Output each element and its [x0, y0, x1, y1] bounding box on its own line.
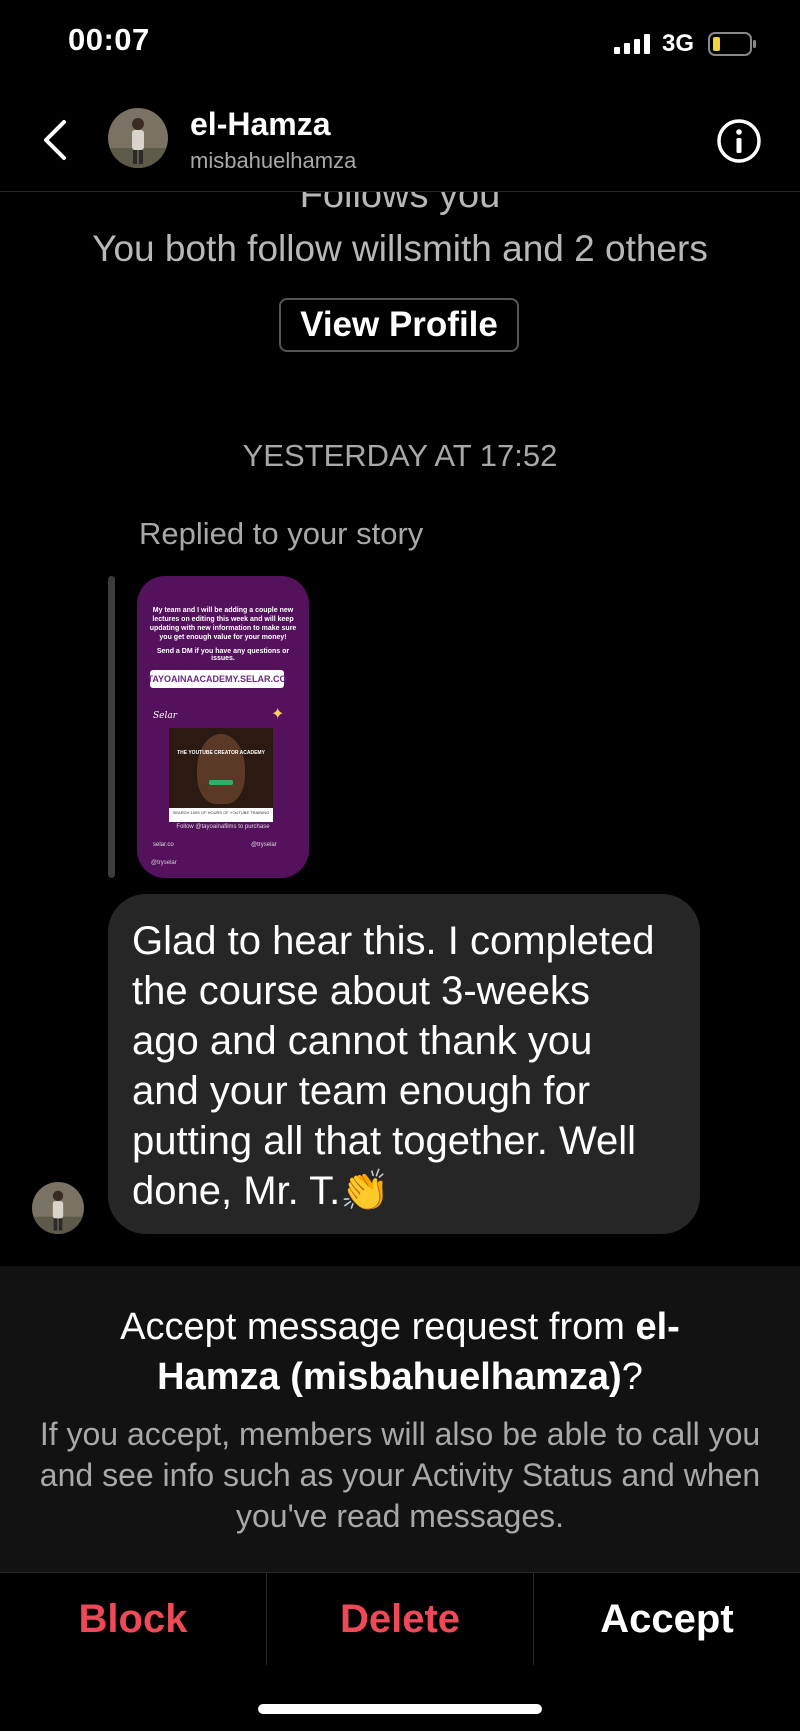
request-title-name-1: el-: [635, 1306, 680, 1348]
reply-context-label: Replied to your story: [139, 516, 424, 551]
follows-you-container: Follows you: [0, 192, 800, 224]
message-line: Glad to hear this. I completed: [132, 919, 655, 963]
story-link-sticker: TAYOAINAACADEMY.SELAR.CO: [148, 670, 287, 688]
message-line: putting all that together. Well: [132, 1119, 637, 1163]
message-timestamp: YESTERDAY AT 17:52: [242, 438, 558, 473]
message-line: the course about 3-weeks: [132, 969, 591, 1013]
info-button[interactable]: [716, 118, 762, 164]
story-handle-text: @tryselar: [251, 842, 277, 848]
story-brand-logo: Selar: [153, 711, 178, 721]
info-icon: [717, 119, 761, 163]
story-product-card: THE YOUTUBE CREATOR ACADEMY SEARCH 100S …: [169, 728, 273, 822]
network-label: 3G: [662, 30, 695, 57]
request-title-name-2: Hamza (misbahuelhamza): [157, 1356, 622, 1398]
message-line: done, Mr. T.👏: [132, 1169, 391, 1213]
story-top-text: My team and I will be adding a couple ne…: [149, 607, 297, 641]
contact-username[interactable]: misbahuelhamza: [190, 148, 356, 174]
request-title-prefix: Accept message request from: [120, 1306, 636, 1348]
view-profile-button[interactable]: View Profile: [279, 298, 519, 352]
status-time: 00:07: [68, 22, 150, 57]
accept-button[interactable]: Accept: [534, 1573, 800, 1665]
story-site-text: selar.co: [153, 842, 174, 848]
story-thumbnail[interactable]: My team and I will be adding a couple ne…: [137, 576, 309, 878]
story-handle-secondary: @tryselar: [151, 860, 177, 866]
back-chevron-icon: [44, 120, 66, 160]
back-button[interactable]: [30, 112, 80, 168]
follows-you-text: Follows you: [299, 192, 501, 216]
request-description: If you accept, members will also be able…: [39, 1416, 761, 1534]
message-line: ago and cannot thank you: [132, 1019, 593, 1063]
request-title-suffix: ?: [621, 1356, 643, 1398]
sender-avatar-image: [32, 1182, 84, 1234]
request-title: Accept message request from el- Hamza (mi…: [60, 1302, 740, 1402]
block-button[interactable]: Block: [0, 1573, 266, 1665]
sender-avatar[interactable]: [32, 1182, 84, 1234]
story-follow-text: Follow @tayoainafilms to purchase: [176, 824, 270, 830]
battery-icon: [708, 32, 756, 56]
story-card-image: THE YOUTUBE CREATOR ACADEMY: [169, 728, 273, 808]
avatar[interactable]: [108, 108, 168, 168]
story-card-caption: SEARCH 100S OF HOURS OF YOUTUBE TRAINING: [172, 810, 270, 815]
mutual-followers-text: You both follow willsmith and 2 others: [92, 228, 708, 269]
story-dm-text: Send a DM if you have any questions or i…: [156, 648, 290, 662]
story-card-button: [209, 780, 233, 785]
message-bubble[interactable]: Glad to hear this. I completed the cours…: [108, 894, 700, 1234]
contact-name[interactable]: el-Hamza: [190, 106, 331, 143]
sparkle-icon: ✦: [271, 706, 285, 723]
story-face-shape: [197, 734, 245, 804]
reply-indicator-bar: [108, 576, 115, 878]
delete-button[interactable]: Delete: [267, 1573, 533, 1665]
home-indicator[interactable]: [258, 1704, 542, 1714]
avatar-image: [108, 108, 168, 168]
story-card-title: THE YOUTUBE CREATOR ACADEMY: [177, 750, 265, 756]
signal-icon: [614, 34, 650, 54]
message-line: and your team enough for: [132, 1069, 591, 1113]
